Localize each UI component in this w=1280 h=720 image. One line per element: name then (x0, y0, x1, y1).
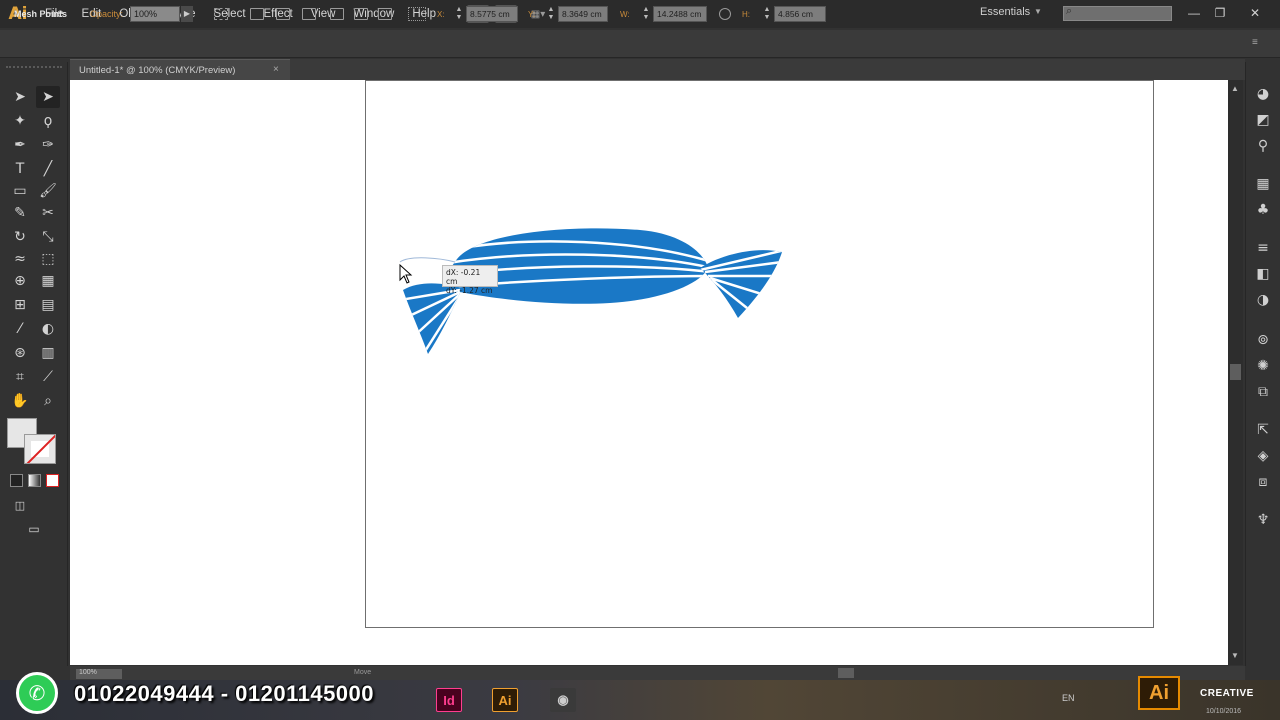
screen-recorder-taskbar-icon[interactable]: ◉ (550, 688, 576, 712)
zoom-level-input[interactable]: 100% (76, 669, 122, 679)
phone-numbers-overlay: 01022049444 - 01201145000 (74, 681, 375, 706)
indesign-taskbar-icon[interactable]: Id (436, 688, 462, 712)
status-text: Move (354, 669, 372, 676)
move-delta-tooltip: dX: -0.21 cm dY: -1.27 cm (442, 265, 498, 295)
illustrator-logo-badge: Ai (1138, 676, 1180, 710)
cursor-arrow-icon (399, 263, 413, 284)
creative-watermark-logo: CREATIVE (1200, 688, 1254, 699)
horizontal-scroll-thumb[interactable] (838, 668, 854, 678)
candy-artwork[interactable] (0, 0, 1280, 720)
language-indicator[interactable]: EN (1062, 693, 1075, 703)
scroll-up-icon[interactable]: ▲ (1231, 84, 1239, 93)
tooltip-dy: dY: -1.27 cm (446, 286, 493, 295)
whatsapp-icon: ✆ (16, 672, 58, 714)
illustrator-taskbar-icon[interactable]: Ai (492, 688, 518, 712)
tooltip-dx: dX: -0.21 cm (446, 268, 481, 286)
clock-date: 10/10/2016 (1206, 708, 1242, 715)
vertical-scroll-thumb[interactable] (1230, 364, 1241, 380)
scroll-down-icon[interactable]: ▼ (1231, 651, 1239, 660)
status-bar (70, 666, 1245, 680)
mesh-outline-ghost (399, 257, 456, 263)
